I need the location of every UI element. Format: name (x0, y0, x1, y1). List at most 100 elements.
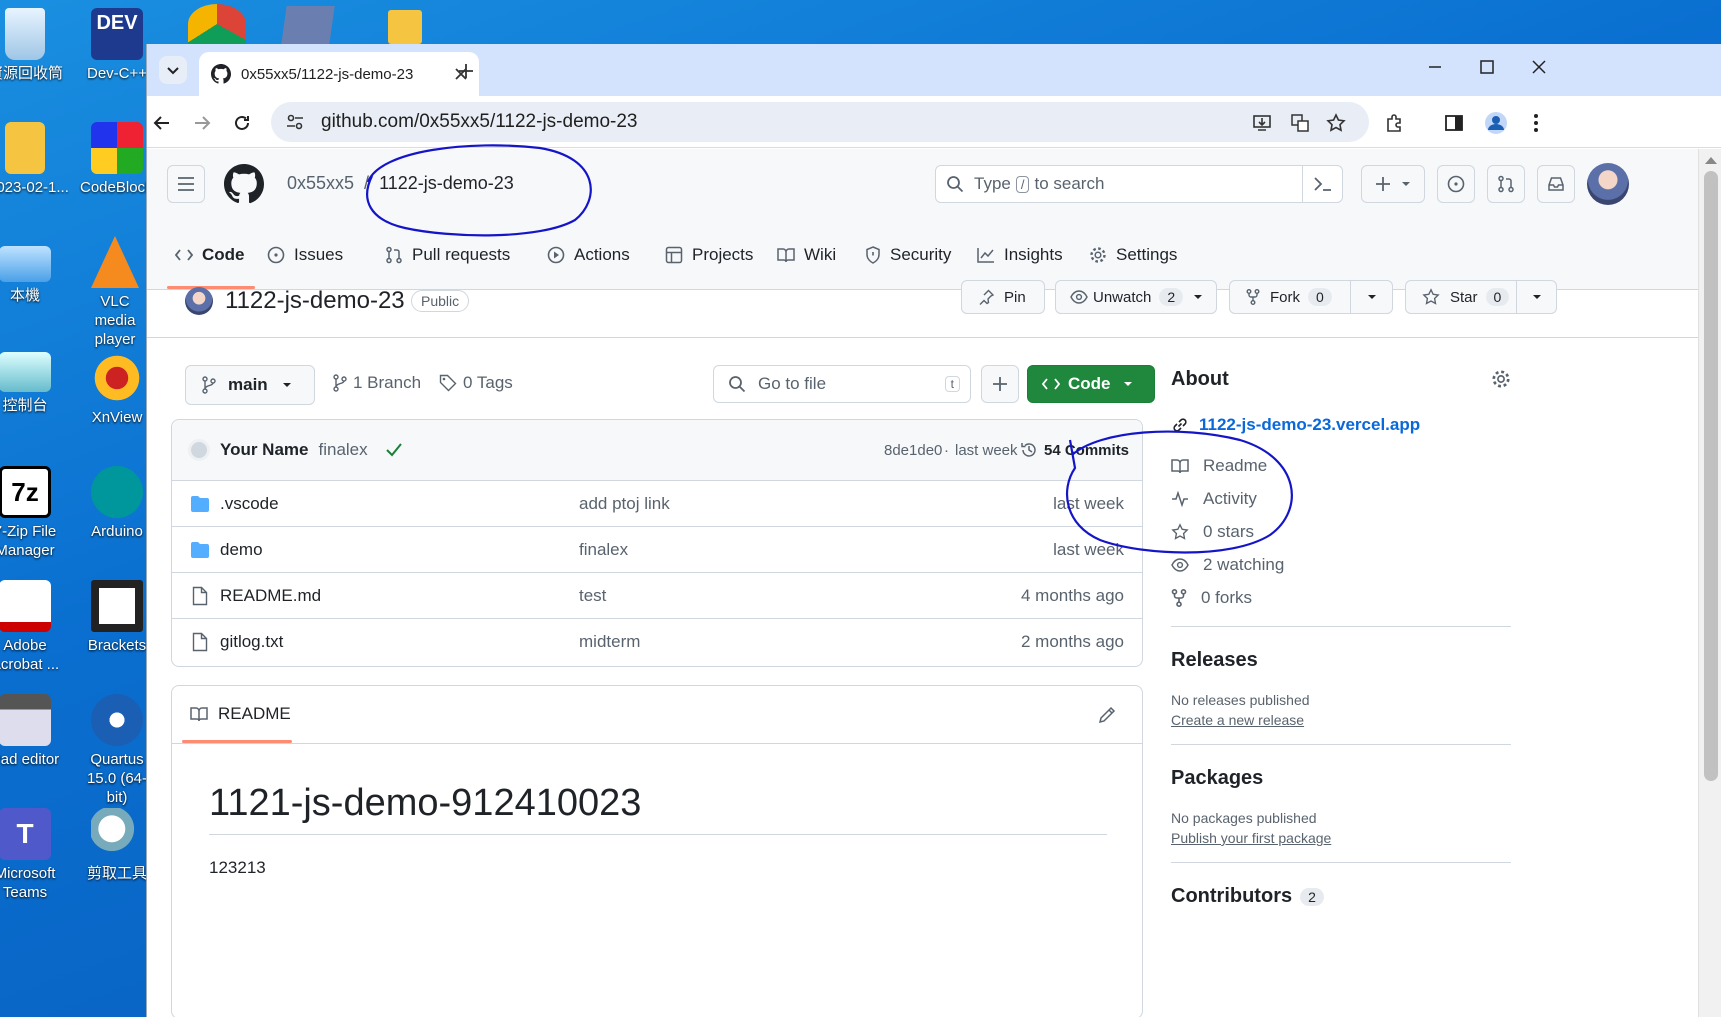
maximize-button[interactable] (1467, 52, 1507, 82)
readme-tab[interactable]: README (190, 704, 291, 724)
desktop-icon-vlc[interactable]: VLC media player (80, 236, 146, 349)
side-panel-button[interactable] (1439, 108, 1469, 138)
minimize-button[interactable] (1415, 52, 1455, 82)
browser-menu-button[interactable] (1521, 108, 1551, 138)
repo-link[interactable]: 1122-js-demo-23 (379, 173, 514, 194)
omnibox[interactable]: github.com/0x55xx5/1122-js-demo-23 (271, 102, 1369, 142)
file-commit-message[interactable]: finalex (579, 540, 628, 560)
about-item-watching[interactable]: 2 watching (1171, 548, 1511, 581)
commit-message[interactable]: finalex (319, 440, 368, 460)
fork-button[interactable]: Fork 0 (1229, 280, 1393, 314)
owner-link[interactable]: 0x55xx5 (287, 173, 354, 194)
desktop-icon-snipping-tool[interactable]: 剪取工具 (80, 808, 146, 883)
issues-shortcut-button[interactable] (1437, 165, 1475, 203)
chrome-icon[interactable] (188, 4, 246, 44)
desktop-icon-quartus[interactable]: Quartus 15.0 (64-bit) (80, 694, 146, 807)
code-dropdown-button[interactable]: Code (1027, 365, 1155, 403)
tags-link[interactable]: 0 Tags (439, 373, 513, 393)
desktop-icon-teams[interactable]: T Microsoft Teams (0, 808, 62, 902)
publish-package-link[interactable]: Publish your first package (1171, 830, 1511, 846)
create-new-button[interactable] (1361, 165, 1425, 203)
browser-tab[interactable]: 0x55xx5/1122-js-demo-23 (199, 52, 479, 96)
tab-issues[interactable]: Issues (267, 235, 343, 275)
menu-button[interactable] (167, 165, 205, 203)
desktop-icon-folder[interactable]: 2023-02-1... (0, 122, 69, 197)
desktop-icon-7zip[interactable]: 7z 7-Zip File Manager (0, 466, 62, 560)
tab-settings[interactable]: Settings (1089, 235, 1177, 275)
file-row[interactable]: README.md test 4 months ago (172, 572, 1142, 618)
releases-title[interactable]: Releases (1171, 649, 1511, 672)
contributors-title[interactable]: Contributors (1171, 885, 1292, 908)
user-avatar[interactable] (1587, 163, 1629, 205)
commits-link[interactable]: 54 Commits (1020, 441, 1129, 459)
desktop-icon-devcpp[interactable]: DEV Dev-C++ (80, 8, 146, 83)
github-logo[interactable] (223, 163, 265, 205)
desktop-icon-arduino[interactable]: Arduino (80, 466, 146, 541)
desktop-icon-acrobat[interactable]: Adobe Acrobat ... (0, 580, 62, 674)
file-name[interactable]: gitlog.txt (220, 632, 283, 652)
profile-button[interactable] (1481, 108, 1511, 138)
file-row[interactable]: .vscode add ptoj link last week (172, 480, 1142, 526)
tab-code[interactable]: Code (175, 235, 245, 275)
tab-pull-requests[interactable]: Pull requests (385, 235, 510, 275)
tab-projects[interactable]: Projects (665, 235, 753, 275)
create-release-link[interactable]: Create a new release (1171, 712, 1511, 728)
desktop-icon-brackets[interactable]: Brackets (80, 580, 146, 655)
install-app-button[interactable] (1247, 108, 1277, 138)
desktop-icon-recycle-bin[interactable]: 資源回收筒 (0, 8, 63, 83)
file-row[interactable]: demo finalex last week (172, 526, 1142, 572)
packages-title[interactable]: Packages (1171, 767, 1511, 790)
star-button[interactable]: Star 0 (1405, 280, 1557, 314)
branch-selector[interactable]: main (185, 365, 315, 405)
translate-button[interactable] (1285, 108, 1315, 138)
file-row[interactable]: gitlog.txt midterm 2 months ago (172, 618, 1142, 664)
go-to-file-input[interactable]: Go to file t (713, 365, 971, 403)
unwatch-button[interactable]: Unwatch 2 (1055, 280, 1217, 314)
virtualbox-icon[interactable] (281, 6, 335, 44)
desktop-icon-control-panel[interactable]: 控制台 (0, 352, 62, 415)
forward-button[interactable] (187, 108, 217, 138)
back-button[interactable] (147, 108, 177, 138)
tab-actions[interactable]: Actions (547, 235, 630, 275)
repo-owner-avatar[interactable] (185, 287, 213, 315)
commit-hash[interactable]: 8de1de0 (884, 442, 942, 459)
bookmark-button[interactable] (1321, 108, 1351, 138)
tab-insights[interactable]: Insights (977, 235, 1063, 275)
url-text[interactable]: github.com/0x55xx5/1122-js-demo-23 (321, 111, 638, 133)
folder-icon[interactable] (388, 10, 422, 44)
file-commit-message[interactable]: midterm (579, 632, 640, 652)
file-name[interactable]: README.md (220, 586, 321, 606)
file-name[interactable]: .vscode (220, 494, 279, 514)
about-item-readme[interactable]: Readme (1171, 449, 1511, 482)
extensions-button[interactable] (1379, 108, 1409, 138)
file-commit-message[interactable]: add ptoj link (579, 494, 670, 514)
star-dropdown[interactable] (1516, 281, 1556, 313)
tab-wiki[interactable]: Wiki (777, 235, 836, 275)
desktop-icon-pad-editor[interactable]: Pad editor (0, 694, 62, 769)
pin-button[interactable]: Pin (961, 280, 1045, 314)
new-tab-button[interactable] (451, 56, 481, 86)
close-window-button[interactable] (1519, 52, 1559, 82)
desktop-icon-xnview[interactable]: XnView (80, 352, 146, 427)
pull-requests-shortcut-button[interactable] (1487, 165, 1525, 203)
gear-icon[interactable] (1491, 369, 1511, 389)
desktop-icon-codeblocks[interactable]: CodeBlocks (80, 122, 146, 197)
inbox-button[interactable] (1537, 165, 1575, 203)
command-palette-button[interactable] (1302, 166, 1342, 202)
tab-search-button[interactable] (159, 56, 187, 84)
reload-button[interactable] (227, 108, 257, 138)
global-search-input[interactable]: Type / to search (935, 165, 1343, 203)
about-item-activity[interactable]: Activity (1171, 482, 1511, 515)
desktop-icon-computer[interactable]: 本機 (0, 236, 62, 305)
scrollbar-thumb[interactable] (1704, 171, 1718, 781)
add-file-button[interactable] (981, 365, 1019, 403)
branches-link[interactable]: 1 Branch (333, 373, 421, 393)
about-item-stars[interactable]: 0 stars (1171, 515, 1511, 548)
site-info-icon[interactable] (285, 112, 305, 132)
page-scrollbar[interactable] (1698, 149, 1721, 1017)
about-item-forks[interactable]: 0 forks (1171, 581, 1511, 614)
commit-author[interactable]: Your Name (220, 440, 309, 460)
tab-security[interactable]: Security (865, 235, 951, 275)
file-commit-message[interactable]: test (579, 586, 606, 606)
fork-dropdown[interactable] (1350, 281, 1392, 313)
